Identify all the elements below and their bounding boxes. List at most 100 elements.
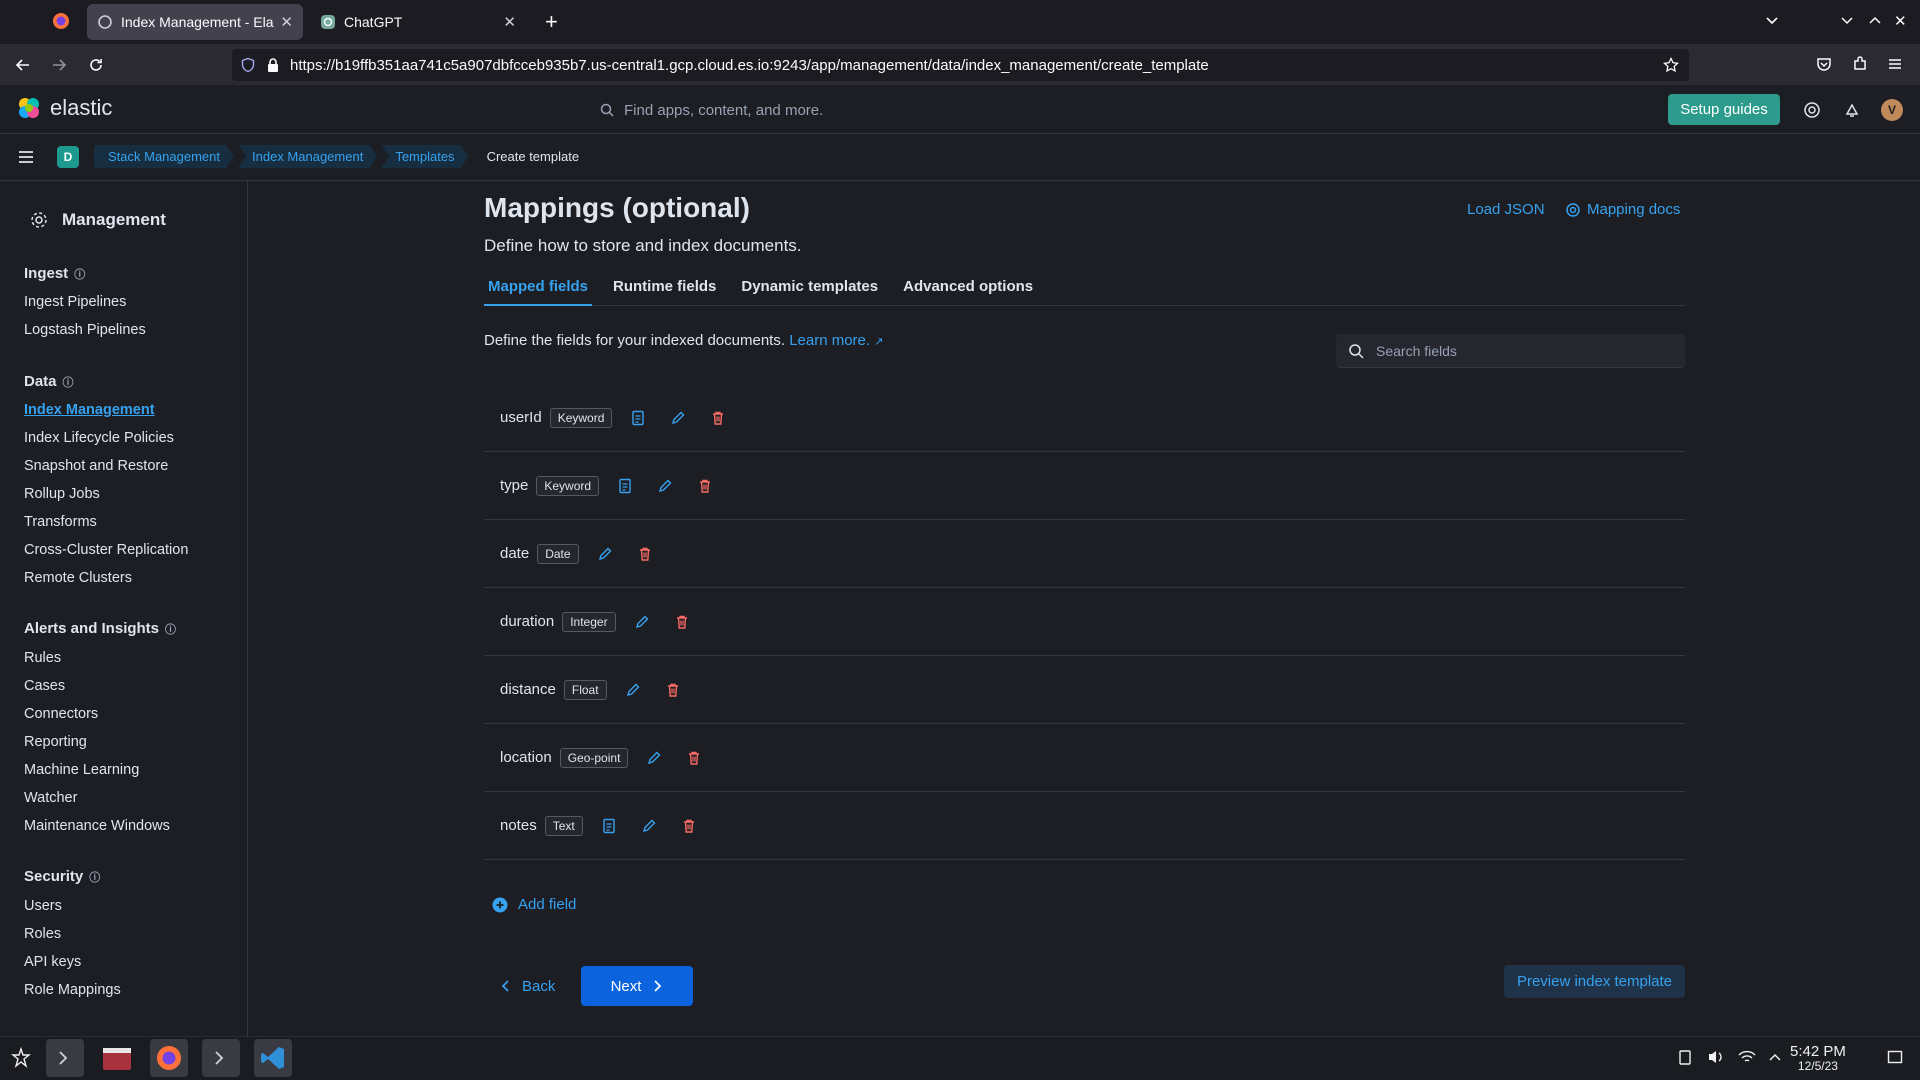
plus-circle-icon [492,897,508,913]
trash-icon[interactable] [677,814,701,838]
maximize-icon[interactable] [1868,13,1882,27]
tab-chatgpt[interactable]: ChatGPT ✕ [310,4,526,40]
sidebar-item-rules[interactable]: Rules [24,650,61,666]
space-avatar[interactable]: D [57,146,79,168]
trash-icon[interactable] [682,746,706,770]
sidebar-item-cases[interactable]: Cases [24,678,65,694]
close-tab-icon[interactable]: ✕ [503,13,516,31]
vscode-icon[interactable] [254,1039,292,1077]
add-field-button[interactable]: Add field [492,896,576,913]
new-tab-icon[interactable]: + [545,9,558,35]
tray-expand-icon[interactable] [1768,1050,1782,1064]
pencil-icon[interactable] [630,610,654,634]
volume-icon[interactable] [1707,1049,1725,1065]
sidebar-item-roles[interactable]: Roles [24,926,61,942]
load-json-link[interactable]: Load JSON [1467,201,1545,218]
global-search[interactable]: Find apps, content, and more. [600,96,823,124]
firefox-icon[interactable] [52,12,70,30]
setup-guides-button[interactable]: Setup guides [1668,94,1780,125]
newsfeed-icon[interactable] [1840,98,1864,122]
url-bar[interactable]: https://b19ffb351aa741c5a907dbfcceb935b7… [232,49,1689,81]
sidebar-item-transforms[interactable]: Transforms [24,514,97,530]
trash-icon[interactable] [661,678,685,702]
document-icon[interactable] [613,474,637,498]
trash-icon[interactable] [633,542,657,566]
sidebar-item-connectors[interactable]: Connectors [24,706,98,722]
pencil-icon[interactable] [637,814,661,838]
next-button[interactable]: Next [581,966,693,1006]
sidebar-item-logstash-pipelines[interactable]: Logstash Pipelines [24,322,146,338]
sidebar-item-maintenance-windows[interactable]: Maintenance Windows [24,818,170,834]
wifi-icon[interactable] [1738,1049,1756,1065]
sidebar-item-snapshot-and-restore[interactable]: Snapshot and Restore [24,458,168,474]
pocket-icon[interactable] [1815,55,1833,73]
sidebar-item-ingest-pipelines[interactable]: Ingest Pipelines [24,294,126,310]
show-desktop-icon[interactable] [1887,1049,1903,1065]
sidebar-item-role-mappings[interactable]: Role Mappings [24,982,121,998]
bookmark-star-icon[interactable] [1663,57,1679,73]
minimize-icon[interactable] [1840,13,1854,27]
sidebar-item-reporting[interactable]: Reporting [24,734,87,750]
info-icon[interactable]: ⓘ [89,869,100,885]
menu-icon[interactable] [1886,55,1904,73]
group-label: Security [24,868,84,885]
terminal-icon[interactable] [46,1039,84,1077]
mapping-docs-link[interactable]: Mapping docs [1565,201,1680,218]
preview-index-template-button[interactable]: Preview index template [1504,965,1685,998]
sidebar-item-rollup-jobs[interactable]: Rollup Jobs [24,486,100,502]
trash-icon[interactable] [670,610,694,634]
tab-dynamic-templates[interactable]: Dynamic templates [737,274,882,306]
breadcrumb-templates[interactable]: Templates [381,145,468,168]
close-window-icon[interactable]: ✕ [1894,12,1907,30]
taskbar-clock[interactable]: 5:42 PM 12/5/23 [1790,1044,1846,1074]
elastic-logo[interactable]: elastic [16,95,112,121]
fields-description: Define the fields for your indexed docum… [484,332,883,349]
file-manager-icon[interactable] [98,1039,136,1077]
search-fields-input[interactable]: Search fields [1336,334,1685,368]
tab-list-icon[interactable] [1764,12,1780,28]
pencil-icon[interactable] [653,474,677,498]
tab-advanced-options[interactable]: Advanced options [899,274,1037,306]
sidebar-item-watcher[interactable]: Watcher [24,790,77,806]
add-field-label: Add field [518,896,577,913]
tab-runtime-fields[interactable]: Runtime fields [609,274,720,306]
user-avatar[interactable]: V [1881,99,1903,121]
sidebar-item-index-lifecycle-policies[interactable]: Index Lifecycle Policies [24,430,174,446]
forward-arrow-icon[interactable] [50,56,68,74]
document-icon[interactable] [597,814,621,838]
sidebar-item-api-keys[interactable]: API keys [24,954,81,970]
info-icon[interactable]: ⓘ [74,266,85,282]
breadcrumb-stack-management[interactable]: Stack Management [94,145,234,168]
extensions-icon[interactable] [1851,55,1869,73]
app-launcher-icon[interactable] [2,1039,40,1077]
trash-icon[interactable] [693,474,717,498]
sidebar-item-users[interactable]: Users [24,898,62,914]
shield-icon[interactable] [240,57,256,73]
close-tab-icon[interactable]: ✕ [280,13,293,31]
sidebar-item-remote-clusters[interactable]: Remote Clusters [24,570,132,586]
info-icon[interactable]: ⓘ [63,374,74,390]
pencil-icon[interactable] [666,406,690,430]
learn-more-link[interactable]: Learn more. ↗ [789,332,883,349]
tab-index-management[interactable]: Index Management - Elastic ✕ [87,4,303,40]
clipboard-icon[interactable] [1677,1049,1693,1065]
sidebar-item-cross-cluster-replication[interactable]: Cross-Cluster Replication [24,542,188,558]
info-icon[interactable]: ⓘ [165,621,176,637]
pencil-icon[interactable] [642,746,666,770]
sidebar-item-index-management[interactable]: Index Management [24,402,155,418]
terminal-2-icon[interactable] [202,1039,240,1077]
reload-icon[interactable] [87,56,105,74]
help-icon[interactable] [1800,98,1824,122]
pencil-icon[interactable] [621,678,645,702]
document-icon[interactable] [626,406,650,430]
trash-icon[interactable] [706,406,730,430]
sidebar-item-machine-learning[interactable]: Machine Learning [24,762,139,778]
back-button[interactable]: Back [494,966,561,1006]
pencil-icon[interactable] [593,542,617,566]
lock-icon[interactable] [266,57,280,73]
hamburger-menu-icon[interactable] [16,147,36,167]
breadcrumb-index-management[interactable]: Index Management [238,145,377,168]
back-arrow-icon[interactable] [14,56,32,74]
tab-mapped-fields[interactable]: Mapped fields [484,274,593,306]
firefox-taskbar-icon[interactable] [150,1039,188,1077]
